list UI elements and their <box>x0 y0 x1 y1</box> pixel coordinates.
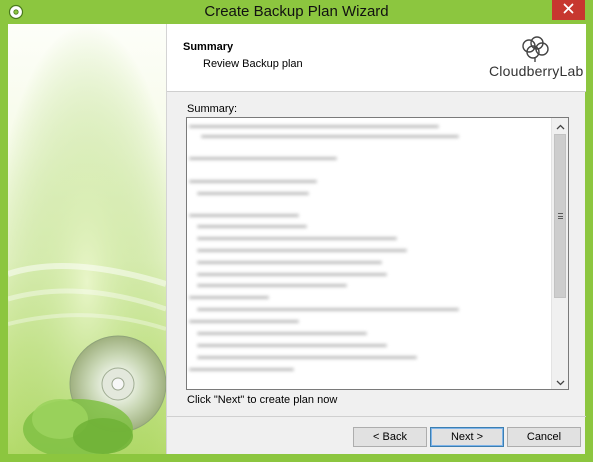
next-button[interactable]: Next > <box>430 427 504 447</box>
window-title: Create Backup Plan Wizard <box>204 3 389 20</box>
summary-line <box>189 214 299 217</box>
summary-line <box>189 296 269 299</box>
summary-line <box>201 135 459 138</box>
wizard-side-banner <box>8 24 166 454</box>
title-bar[interactable]: Create Backup Plan Wizard <box>0 0 593 24</box>
summary-line <box>197 344 387 347</box>
cancel-button[interactable]: Cancel <box>507 427 581 447</box>
scroll-down-button[interactable] <box>552 374 568 389</box>
summary-content-blurred <box>187 118 551 389</box>
cloudberry-logo-icon <box>522 36 549 62</box>
wizard-content: Summary Review Backup plan CloudberryLab… <box>166 24 586 454</box>
summary-line <box>189 157 337 160</box>
summary-line <box>197 249 407 252</box>
summary-scrollbar[interactable] <box>551 118 568 389</box>
cloudberrylab-logo: CloudberryLab <box>489 35 584 85</box>
footer-divider <box>167 416 586 417</box>
summary-line <box>197 284 347 287</box>
close-icon <box>563 1 574 19</box>
page-subtitle: Review Backup plan <box>203 58 303 70</box>
summary-line <box>189 180 317 183</box>
backup-disc-illustration <box>8 24 166 454</box>
wizard-client-area: Summary Review Backup plan CloudberryLab… <box>8 24 586 454</box>
close-button[interactable] <box>552 0 585 20</box>
next-hint-text: Click "Next" to create plan now <box>187 394 338 406</box>
summary-label: Summary: <box>187 103 238 115</box>
summary-textbox[interactable] <box>186 117 569 390</box>
summary-line <box>189 125 439 128</box>
summary-line <box>197 192 309 195</box>
scroll-up-button[interactable] <box>552 118 568 133</box>
chevron-down-icon <box>556 373 565 390</box>
summary-line <box>197 308 459 311</box>
summary-line <box>197 273 387 276</box>
wizard-header: Summary Review Backup plan CloudberryLab <box>167 24 586 92</box>
summary-line <box>189 320 299 323</box>
logo-text: CloudberryLab <box>489 63 584 79</box>
page-title: Summary <box>183 41 234 53</box>
wizard-window: Create Backup Plan Wizard Summary Review… <box>0 0 593 462</box>
summary-line <box>197 332 367 335</box>
summary-line <box>197 237 397 240</box>
summary-line <box>189 368 294 371</box>
scroll-grip-icon <box>557 213 563 219</box>
summary-line <box>197 356 417 359</box>
scroll-thumb[interactable] <box>554 134 566 298</box>
back-button[interactable]: < Back <box>353 427 427 447</box>
chevron-up-icon <box>556 118 565 135</box>
summary-line <box>197 225 307 228</box>
summary-line <box>197 261 382 264</box>
